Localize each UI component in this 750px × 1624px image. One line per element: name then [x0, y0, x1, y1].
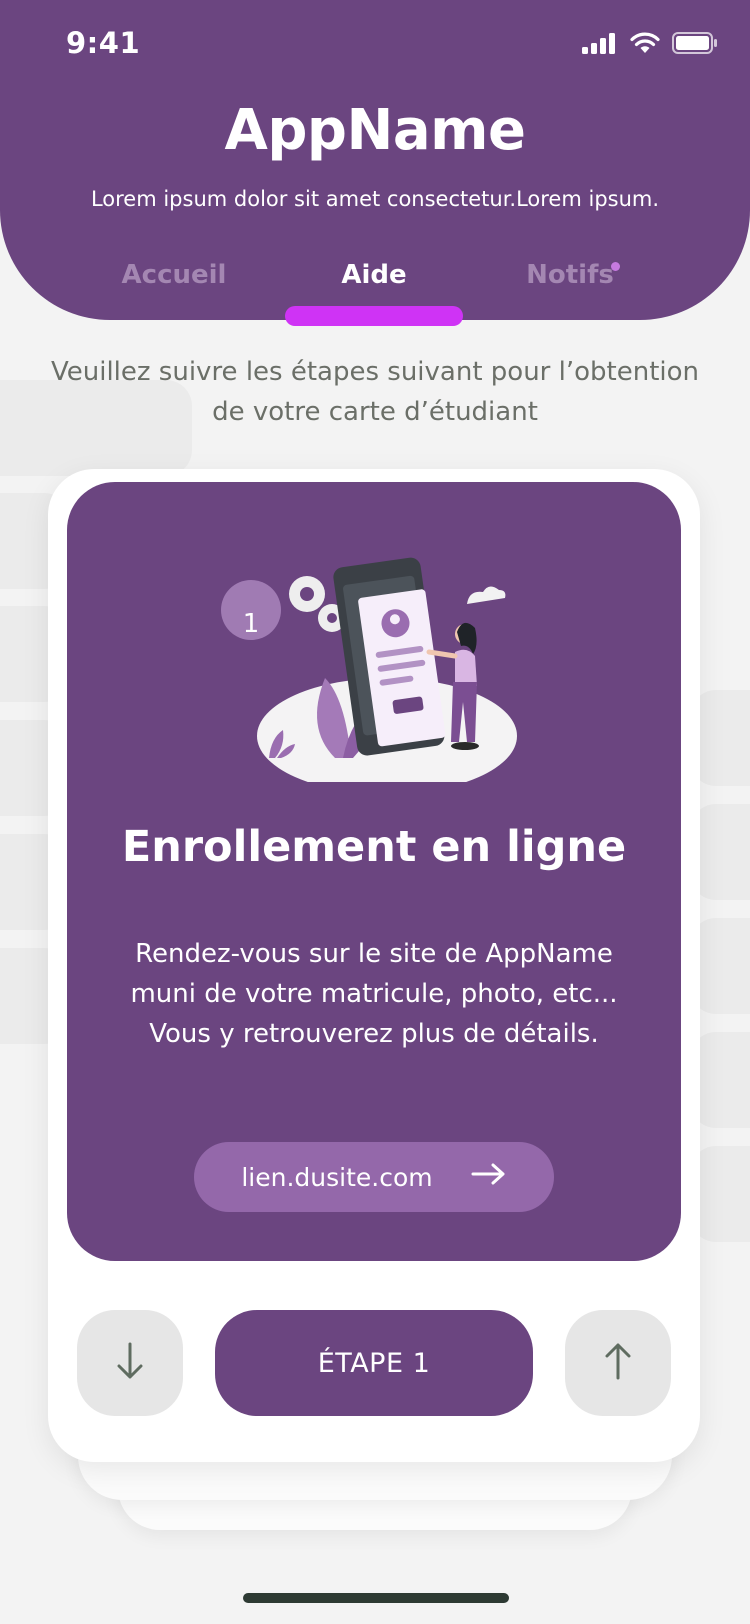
step-title: Enrollement en ligne — [121, 822, 627, 872]
tab-aide[interactable]: Aide — [304, 260, 444, 290]
cellular-signal-icon — [582, 32, 618, 58]
app-subtitle: Lorem ipsum dolor sit amet consectetur.L… — [90, 187, 660, 211]
active-tab-indicator — [285, 306, 463, 326]
next-step-button[interactable] — [565, 1310, 671, 1416]
instructions-text: Veuillez suivre les étapes suivant pour … — [50, 357, 700, 427]
arrow-right-icon — [471, 1162, 507, 1192]
current-step-button[interactable]: ÉTAPE 1 — [215, 1310, 533, 1416]
tab-accueil[interactable]: Accueil — [106, 260, 242, 290]
notification-dot — [611, 262, 620, 271]
website-link-button[interactable]: lien.dusite.com — [194, 1142, 554, 1212]
step-description: Rendez-vous sur le site de AppName muni … — [130, 939, 618, 1049]
step-number-badge: 1 — [242, 609, 260, 639]
screen: 9:41 AppName Lorem ipsum dolor sit amet … — [0, 0, 750, 1624]
home-indicator[interactable] — [243, 1593, 509, 1603]
app-title: AppName — [224, 98, 527, 163]
tab-notifs[interactable]: Notifs — [520, 260, 620, 290]
wifi-icon — [630, 32, 660, 58]
app-header: 9:41 AppName Lorem ipsum dolor sit amet … — [0, 0, 750, 320]
status-time: 9:41 — [66, 26, 141, 60]
website-link-label: lien.dusite.com — [241, 1162, 433, 1192]
arrow-up-icon — [603, 1341, 633, 1385]
status-icons — [582, 32, 718, 58]
arrow-down-icon — [115, 1341, 145, 1385]
step-panel: 1 Enrollement en ligne Rendez-vous sur l… — [67, 482, 681, 1261]
previous-step-button[interactable] — [77, 1310, 183, 1416]
battery-icon — [672, 32, 718, 58]
